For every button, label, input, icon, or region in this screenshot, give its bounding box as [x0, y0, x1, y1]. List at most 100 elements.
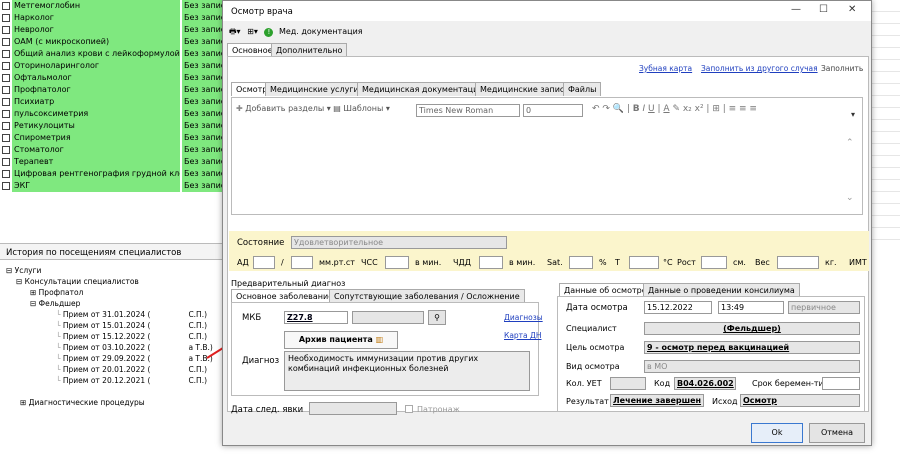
exam-date-input[interactable]: 15.12.2022	[644, 301, 712, 314]
primary-select[interactable]: первичное	[788, 301, 860, 314]
service-checkbox[interactable]	[2, 38, 10, 46]
temp-input[interactable]	[629, 256, 659, 269]
service-row[interactable]: Профпатолог Без запис	[0, 84, 232, 96]
specialist-select[interactable]: (Фельдшер)	[644, 322, 860, 335]
visit-item[interactable]: └ Прием от 15.01.2024 (С.П.)	[56, 321, 207, 331]
service-row[interactable]: ЭКГ Без запис	[0, 180, 232, 192]
patronage-checkbox[interactable]	[405, 405, 413, 413]
visit-item[interactable]: └ Прием от 03.10.2022 (а Т.В.)	[56, 343, 213, 353]
visit-item[interactable]: └ Прием от 31.01.2024 (С.П.)	[56, 310, 207, 320]
tab-main[interactable]: Основное	[227, 43, 278, 57]
format-toolbar[interactable]: ↶ ↷ 🔍 | B I U | A ✎ x₂ x² | ⊞ | ≡ ≡ ≡	[592, 104, 757, 114]
service-checkbox[interactable]	[2, 182, 10, 190]
height-input[interactable]	[701, 256, 727, 269]
subtab[interactable]: Медицинские услуги	[265, 82, 364, 96]
service-checkbox[interactable]	[2, 62, 10, 70]
outcome-select[interactable]: Осмотр	[740, 394, 860, 407]
state-select[interactable]: Удовлетворительное	[291, 236, 507, 249]
maximize-button[interactable]: ☐	[819, 4, 828, 15]
font-size-select[interactable]: 0	[523, 104, 583, 117]
tree-consult[interactable]: ⊟ Консультации специалистов	[16, 277, 139, 287]
tab-comorbid[interactable]: Сопутствующие заболевания / Осложнение	[329, 289, 525, 303]
service-checkbox[interactable]	[2, 86, 10, 94]
diagnosis-text[interactable]: Необходимость иммунизации против других …	[284, 351, 530, 391]
archive-button[interactable]: Архив пациента ▥	[284, 331, 398, 349]
mkb-extra-select[interactable]	[352, 311, 424, 324]
tab-main-disease[interactable]: Основное заболевание	[231, 289, 339, 303]
cancel-button[interactable]: Отмена	[809, 423, 865, 443]
tree-diag[interactable]: ⊞ Диагностические процедуры	[20, 398, 145, 408]
visit-item[interactable]: └ Прием от 20.12.2021 (С.П.)	[56, 376, 207, 386]
service-checkbox[interactable]	[2, 134, 10, 142]
scroll-up-icon[interactable]: ⌃	[846, 138, 854, 148]
goal-select[interactable]: 9 - осмотр перед вакцинацией	[644, 341, 860, 354]
close-button[interactable]: ✕	[848, 4, 856, 15]
add-icon[interactable]: ✚	[236, 104, 243, 113]
diagnoses-link[interactable]: Диагнозы	[504, 313, 543, 322]
service-checkbox[interactable]	[2, 50, 10, 58]
info-icon[interactable]: !	[264, 28, 274, 37]
service-row[interactable]: Нарколог Без запис	[0, 12, 232, 24]
print-icon[interactable]: 🖶▾	[229, 27, 241, 36]
service-row[interactable]: Психиатр Без запис	[0, 96, 232, 108]
service-row[interactable]: Ретикулоциты Без запис	[0, 120, 232, 132]
service-checkbox[interactable]	[2, 98, 10, 106]
subtab[interactable]: Файлы	[563, 82, 602, 96]
service-checkbox[interactable]	[2, 122, 10, 130]
service-row[interactable]: ОАМ (с микроскопией) Без запис	[0, 36, 232, 48]
service-row[interactable]: Оториноларинголог Без запис	[0, 60, 232, 72]
service-row[interactable]: Стоматолог Без запис	[0, 144, 232, 156]
service-row[interactable]: Общий анализ крови с лейкоформулой Без за…	[0, 48, 232, 60]
code-input[interactable]: B04.026.002	[674, 377, 736, 390]
dental-card-link[interactable]: Зубная карта	[639, 64, 692, 73]
service-row[interactable]: Спирометрия Без запис	[0, 132, 232, 144]
tree-profpat[interactable]: ⊞ Профпатол	[30, 288, 83, 298]
visit-item[interactable]: └ Прием от 15.12.2022 (С.П.)	[56, 332, 207, 342]
history-tree[interactable]: ⊟ Услуги ⊟ Консультации специалистов ⊞ П…	[0, 261, 232, 459]
chss-input[interactable]	[385, 256, 409, 269]
add-sections-button[interactable]: Добавить разделы	[245, 104, 324, 113]
service-checkbox[interactable]	[2, 170, 10, 178]
overflow-icon[interactable]: ▾	[851, 110, 855, 119]
weight-input[interactable]	[777, 256, 819, 269]
sat-input[interactable]	[569, 256, 593, 269]
tab-additional[interactable]: Дополнительно	[271, 43, 348, 57]
service-row[interactable]: Офтальмолог Без запис	[0, 72, 232, 84]
result-select[interactable]: Лечение завершен	[610, 394, 704, 407]
service-row[interactable]: пульсоксиметрия Без запис	[0, 108, 232, 120]
ad-dia-input[interactable]	[291, 256, 313, 269]
structure-icon[interactable]: ⊞▾	[247, 27, 258, 36]
exam-time-input[interactable]: 13:49	[718, 301, 784, 314]
chdd-input[interactable]	[479, 256, 503, 269]
service-checkbox[interactable]	[2, 14, 10, 22]
templates-button[interactable]: Шаблоны	[343, 104, 383, 113]
service-checkbox[interactable]	[2, 146, 10, 154]
visit-item[interactable]: └ Прием от 29.09.2022 (а Т.В.)	[56, 354, 213, 364]
service-row[interactable]: Терапевт Без запис	[0, 156, 232, 168]
med-doc-button[interactable]: Мед. документация	[279, 27, 363, 36]
tab-consilium[interactable]: Данные о проведении консилиума	[643, 283, 800, 297]
tree-root[interactable]: ⊟ Услуги	[6, 266, 41, 276]
visit-item[interactable]: └ Прием от 20.01.2022 (С.П.)	[56, 365, 207, 375]
preg-input[interactable]	[822, 377, 860, 390]
service-checkbox[interactable]	[2, 158, 10, 166]
search-icon[interactable]: ⚲	[428, 310, 446, 325]
tree-feldsher[interactable]: ⊟ Фельдшер	[30, 299, 80, 309]
service-row[interactable]: Невролог Без запис	[0, 24, 232, 36]
minimize-button[interactable]: —	[791, 4, 801, 15]
service-row[interactable]: Метгемоглобин Без запис	[0, 0, 232, 12]
service-checkbox[interactable]	[2, 110, 10, 118]
fill-link[interactable]: Заполнить	[821, 64, 863, 73]
ok-button[interactable]: Ok	[751, 423, 803, 443]
mkb-input[interactable]: Z27.8	[284, 311, 348, 324]
next-visit-input[interactable]	[309, 402, 397, 415]
kind-select[interactable]: в МО	[644, 360, 860, 373]
font-select[interactable]: Times New Roman	[416, 104, 520, 117]
scroll-down-icon[interactable]: ⌄	[846, 193, 854, 203]
service-checkbox[interactable]	[2, 74, 10, 82]
template-icon[interactable]: ▤	[333, 104, 341, 113]
service-row[interactable]: Цифровая рентгенография грудной кле... Бе…	[0, 168, 232, 180]
subtab[interactable]: Медицинская документация	[357, 82, 489, 96]
dn-card-link[interactable]: Карта ДН	[504, 331, 542, 340]
uet-input[interactable]	[610, 377, 646, 390]
